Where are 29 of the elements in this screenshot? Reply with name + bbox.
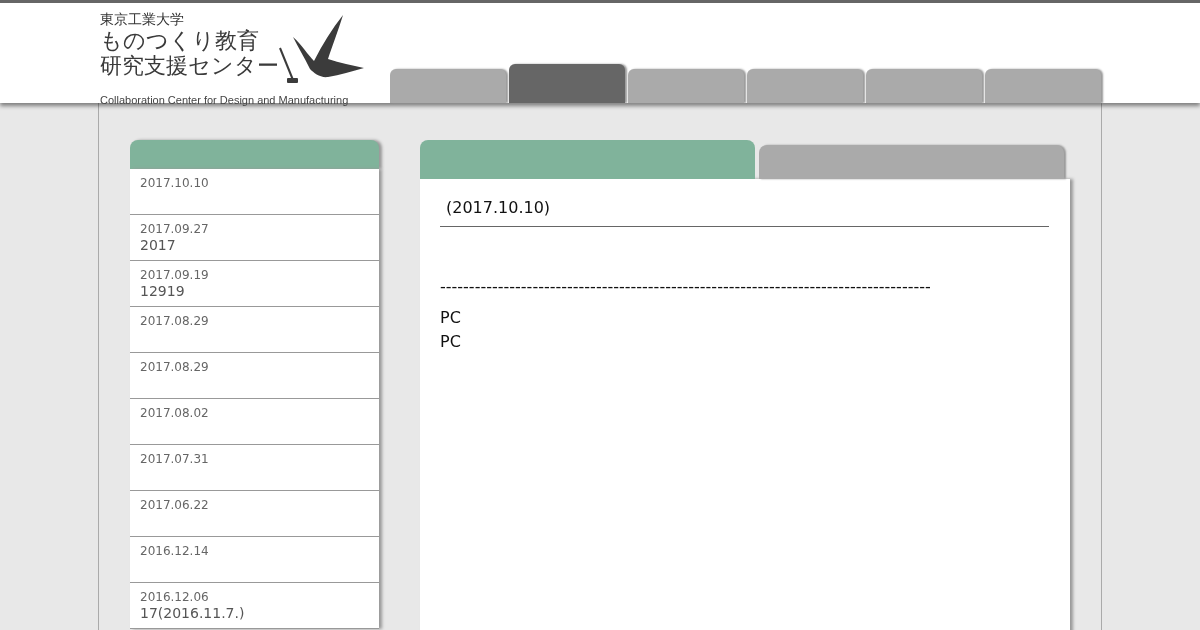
news-title: 2017 — [140, 237, 177, 254]
center-name-line: 研究支援センター — [100, 53, 278, 78]
news-date: 2017.10.10 — [140, 176, 210, 191]
news-date: 2017.07.31 — [140, 452, 210, 467]
content-tab[interactable] — [759, 145, 1064, 179]
news-title: 17(2016.11.7.) — [140, 605, 246, 622]
news-date: 2016.12.06 — [140, 590, 210, 605]
university-name: 東京工業大学 — [100, 11, 185, 28]
news-date: 2017.08.29 — [140, 314, 210, 329]
nav-tab[interactable] — [390, 69, 506, 103]
nav-tab[interactable] — [747, 69, 863, 103]
news-date: 2017.06.22 — [140, 498, 210, 513]
news-title: 12919 — [140, 283, 186, 300]
news-date: 2017.08.29 — [140, 360, 210, 375]
nav-tab[interactable] — [509, 64, 625, 103]
nav-tab[interactable] — [866, 69, 982, 103]
article-text: PC — [440, 307, 462, 329]
center-name-line: ものつくり教育 — [100, 28, 260, 53]
news-date: 2017.09.27 — [140, 222, 210, 237]
news-date: 2017.08.02 — [140, 406, 210, 421]
nav-tab[interactable] — [985, 69, 1101, 103]
nav-tab[interactable] — [628, 69, 744, 103]
content-tab[interactable] — [420, 140, 755, 179]
article-text: PC — [440, 331, 462, 353]
news-date: 2017.09.19 — [140, 268, 210, 283]
article-heading: (2017.10.10) — [440, 197, 1049, 227]
article-text: ------------------------------------------------------------------------------------- — [440, 276, 932, 298]
news-date: 2016.12.14 — [140, 544, 210, 559]
center-english-name: Collaboration Center for Design and Manufacturing — [100, 94, 349, 106]
